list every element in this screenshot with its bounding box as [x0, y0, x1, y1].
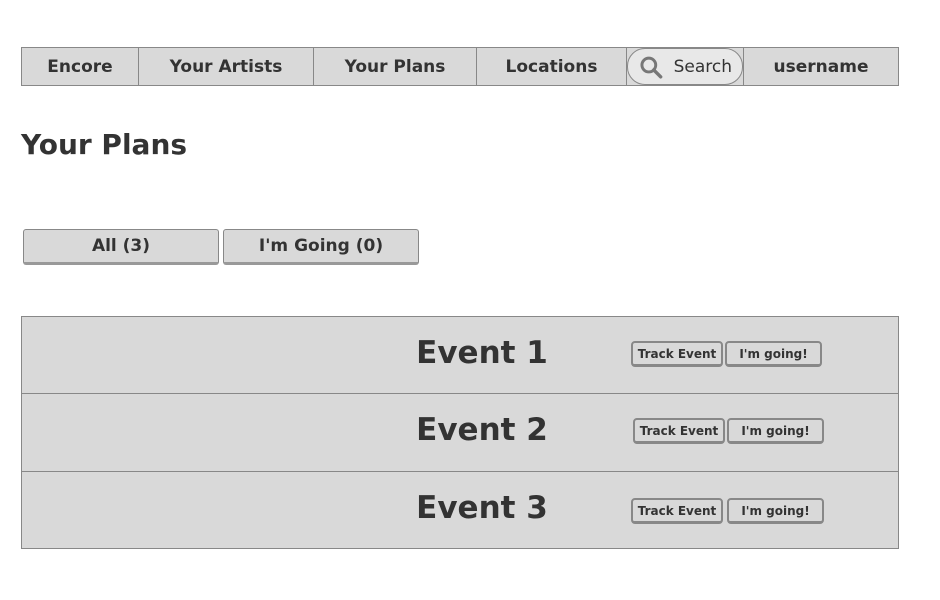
tab-im-going[interactable]: I'm Going (0)	[223, 229, 419, 265]
search-icon	[640, 56, 663, 79]
event-row: Event 2 Track Event I'm going!	[22, 394, 898, 472]
search-cell: Search	[627, 48, 744, 85]
nav-your-artists[interactable]: Your Artists	[139, 48, 314, 85]
search-input[interactable]: Search	[627, 48, 743, 85]
event-row: Event 1 Track Event I'm going!	[22, 317, 898, 394]
user-menu[interactable]: username	[744, 48, 898, 85]
track-event-button[interactable]: Track Event	[633, 418, 725, 444]
nav-encore[interactable]: Encore	[22, 48, 139, 85]
page-title: Your Plans	[21, 128, 188, 161]
im-going-button[interactable]: I'm going!	[725, 341, 822, 367]
track-event-button[interactable]: Track Event	[631, 341, 723, 367]
tab-all[interactable]: All (3)	[23, 229, 219, 265]
track-event-button[interactable]: Track Event	[631, 498, 723, 524]
nav-your-plans[interactable]: Your Plans	[314, 48, 477, 85]
event-row: Event 3 Track Event I'm going!	[22, 472, 898, 548]
im-going-button[interactable]: I'm going!	[727, 418, 824, 444]
im-going-button[interactable]: I'm going!	[727, 498, 824, 524]
top-nav: Encore Your Artists Your Plans Locations…	[21, 47, 899, 86]
nav-locations[interactable]: Locations	[477, 48, 627, 85]
event-list: Event 1 Track Event I'm going! Event 2 T…	[21, 316, 899, 549]
search-placeholder: Search	[673, 56, 732, 77]
